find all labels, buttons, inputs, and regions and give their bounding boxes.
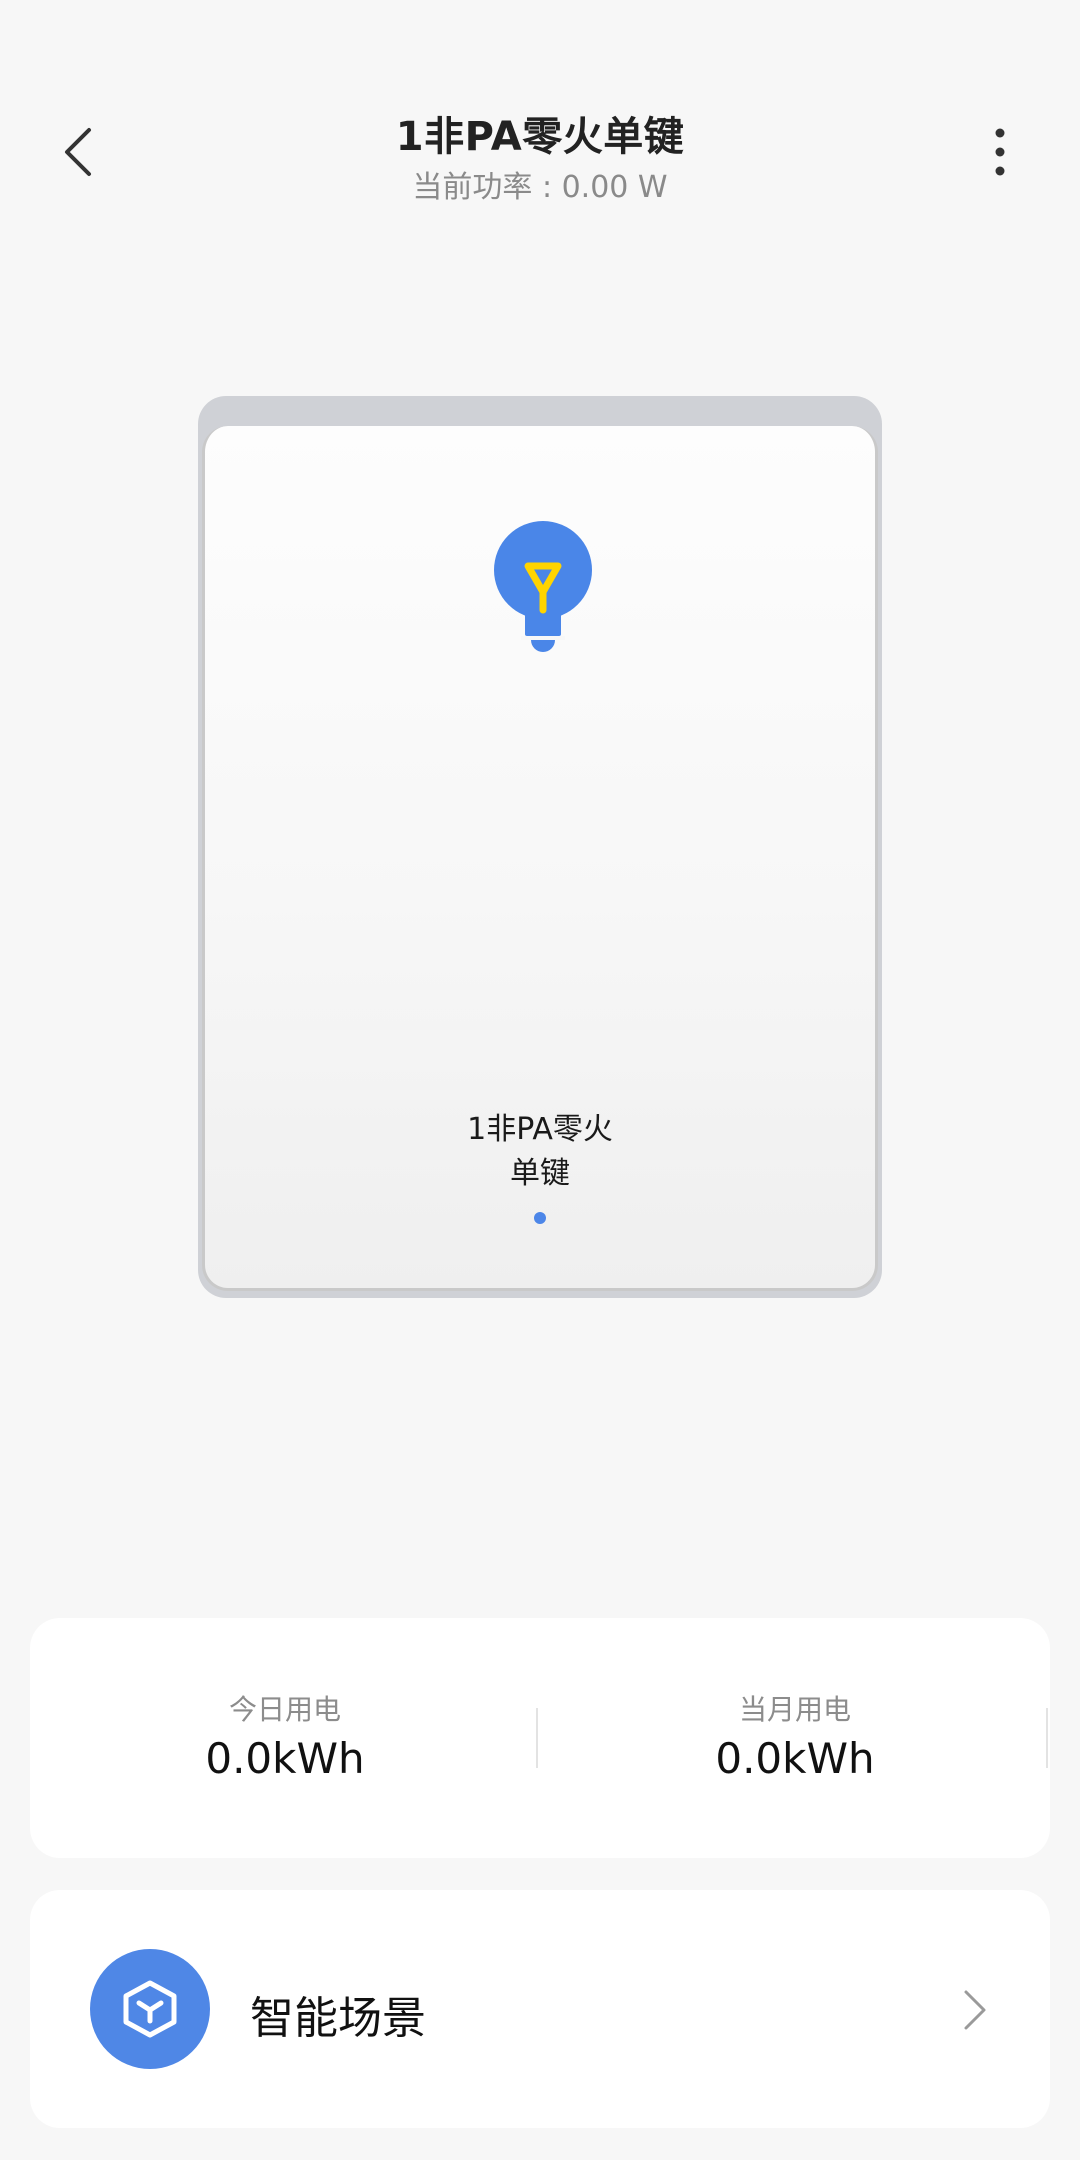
lightbulb-icon — [494, 521, 592, 652]
divider — [1046, 1708, 1048, 1768]
more-button[interactable] — [960, 112, 1040, 192]
month-usage-value: 0.0kWh — [715, 1734, 875, 1783]
switch-name-label: 1非PA零火 单键 — [205, 1108, 875, 1196]
today-usage-label: 今日用电 — [228, 1693, 341, 1726]
month-usage-label: 当月用电 — [738, 1693, 851, 1726]
cube-icon — [123, 1980, 177, 2038]
today-usage: 今日用电 0.0kWh — [30, 1618, 540, 1858]
smart-scene-row[interactable]: 智能场景 — [30, 1890, 1050, 2128]
light-toggle-button[interactable] — [493, 520, 593, 656]
energy-usage-card[interactable]: 今日用电 0.0kWh 当月用电 0.0kWh — [30, 1618, 1050, 1858]
switch-name-line1: 1非PA零火 — [467, 1112, 613, 1147]
today-usage-value: 0.0kWh — [205, 1734, 365, 1783]
switch-device-frame: 1非PA零火 单键 — [198, 396, 882, 1298]
switch-button-panel[interactable]: 1非PA零火 单键 — [202, 426, 878, 1291]
header-bar: 1非PA零火单键 当前功率 : 0.00 W — [0, 0, 1080, 240]
divider — [536, 1708, 538, 1768]
page-title: 1非PA零火单键 — [395, 114, 685, 160]
chevron-right-icon — [964, 1990, 986, 2030]
switch-name-line2: 单键 — [510, 1156, 570, 1191]
scene-icon-badge — [90, 1949, 210, 2069]
current-power-text: 当前功率 : 0.00 W — [412, 170, 668, 205]
status-indicator-dot — [534, 1212, 546, 1224]
scene-label: 智能场景 — [250, 1993, 426, 2044]
more-vertical-icon — [995, 128, 1005, 176]
month-usage: 当月用电 0.0kWh — [540, 1618, 1050, 1858]
